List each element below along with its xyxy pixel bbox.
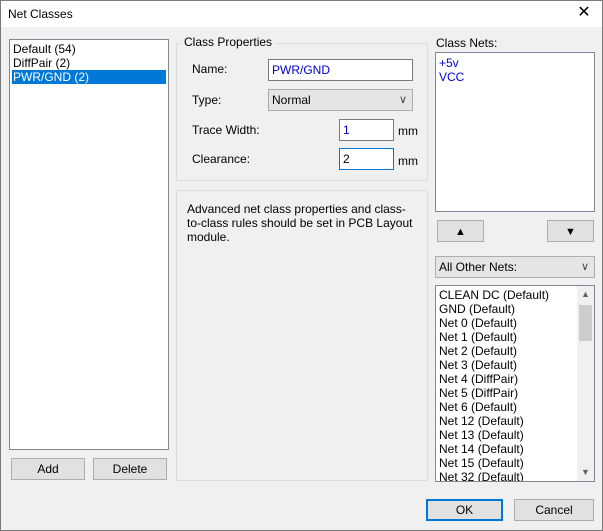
close-icon[interactable]: ✕	[576, 4, 592, 22]
move-up-button[interactable]: ▲	[437, 220, 484, 242]
class-nets-list[interactable]: +5v VCC	[435, 52, 595, 212]
net-classes-dialog: Net Classes ✕ Default (54) DiffPair (2) …	[0, 0, 603, 531]
info-panel: Advanced net class properties and class-…	[176, 190, 428, 481]
scroll-down-icon[interactable]: ▼	[577, 464, 594, 481]
other-net-item[interactable]: Net 3 (Default)	[438, 358, 517, 372]
chevron-down-icon: ∨	[398, 94, 407, 106]
delete-class-button[interactable]: Delete	[93, 458, 167, 480]
class-list-item-selected[interactable]: PWR/GND (2)	[12, 70, 166, 84]
move-down-button[interactable]: ▼	[547, 220, 594, 242]
other-net-item[interactable]: Net 15 (Default)	[438, 456, 524, 470]
title-bar: Net Classes ✕	[1, 1, 602, 27]
class-list-item[interactable]: DiffPair (2)	[12, 56, 166, 70]
other-net-item[interactable]: Net 12 (Default)	[438, 414, 524, 428]
other-net-item[interactable]: Net 32 (Default)	[438, 470, 524, 481]
other-net-item[interactable]: Net 6 (Default)	[438, 400, 517, 414]
add-class-button[interactable]: Add	[11, 458, 85, 480]
other-net-item[interactable]: Net 14 (Default)	[438, 442, 524, 456]
cancel-button[interactable]: Cancel	[514, 499, 594, 521]
class-net-item[interactable]: +5v	[438, 56, 459, 70]
type-select-value: Normal	[272, 93, 311, 107]
info-text-line: module.	[187, 230, 230, 244]
other-net-item[interactable]: CLEAN DC (Default)	[438, 288, 549, 302]
type-select[interactable]: Normal ∨	[268, 89, 413, 111]
clearance-label: Clearance:	[192, 152, 251, 166]
other-nets-filter-value: All Other Nets:	[439, 260, 518, 274]
trace-width-unit: mm	[398, 124, 418, 138]
trace-width-field[interactable]: 1	[339, 119, 394, 141]
other-net-item[interactable]: Net 1 (Default)	[438, 330, 517, 344]
arrow-down-icon: ▼	[565, 226, 576, 238]
clearance-field[interactable]: 2	[339, 148, 394, 170]
other-net-item[interactable]: Net 13 (Default)	[438, 428, 524, 442]
class-list[interactable]: Default (54) DiffPair (2) PWR/GND (2)	[9, 39, 169, 450]
other-nets-filter-select[interactable]: All Other Nets: ∨	[435, 256, 595, 278]
other-nets-scrollbar[interactable]: ▲ ▼	[577, 286, 594, 481]
class-list-item[interactable]: Default (54)	[12, 42, 166, 56]
other-net-item[interactable]: Net 5 (DiffPair)	[438, 386, 518, 400]
scroll-up-icon[interactable]: ▲	[577, 286, 594, 303]
other-net-item[interactable]: Net 4 (DiffPair)	[438, 372, 518, 386]
chevron-down-icon: ∨	[580, 261, 589, 273]
name-field[interactable]: PWR/GND	[268, 59, 413, 81]
class-properties-heading: Class Properties	[181, 35, 276, 49]
trace-width-label: Trace Width:	[192, 123, 260, 137]
arrow-up-icon: ▲	[455, 226, 466, 238]
other-net-item[interactable]: Net 2 (Default)	[438, 344, 517, 358]
other-nets-list[interactable]: CLEAN DC (Default) GND (Default) Net 0 (De…	[435, 285, 595, 482]
other-net-item[interactable]: GND (Default)	[438, 302, 515, 316]
info-text-line: Advanced net class properties and class-	[187, 202, 406, 216]
clearance-unit: mm	[398, 154, 418, 168]
name-label: Name:	[192, 62, 228, 76]
class-net-item[interactable]: VCC	[438, 70, 464, 84]
dialog-title: Net Classes	[8, 7, 73, 21]
info-text-line: to-class rules should be set in PCB Layo…	[187, 216, 413, 230]
ok-button[interactable]: OK	[426, 499, 503, 521]
class-nets-label: Class Nets:	[436, 36, 498, 50]
scroll-thumb[interactable]	[579, 305, 592, 341]
other-net-item[interactable]: Net 0 (Default)	[438, 316, 517, 330]
type-label: Type:	[192, 93, 222, 107]
